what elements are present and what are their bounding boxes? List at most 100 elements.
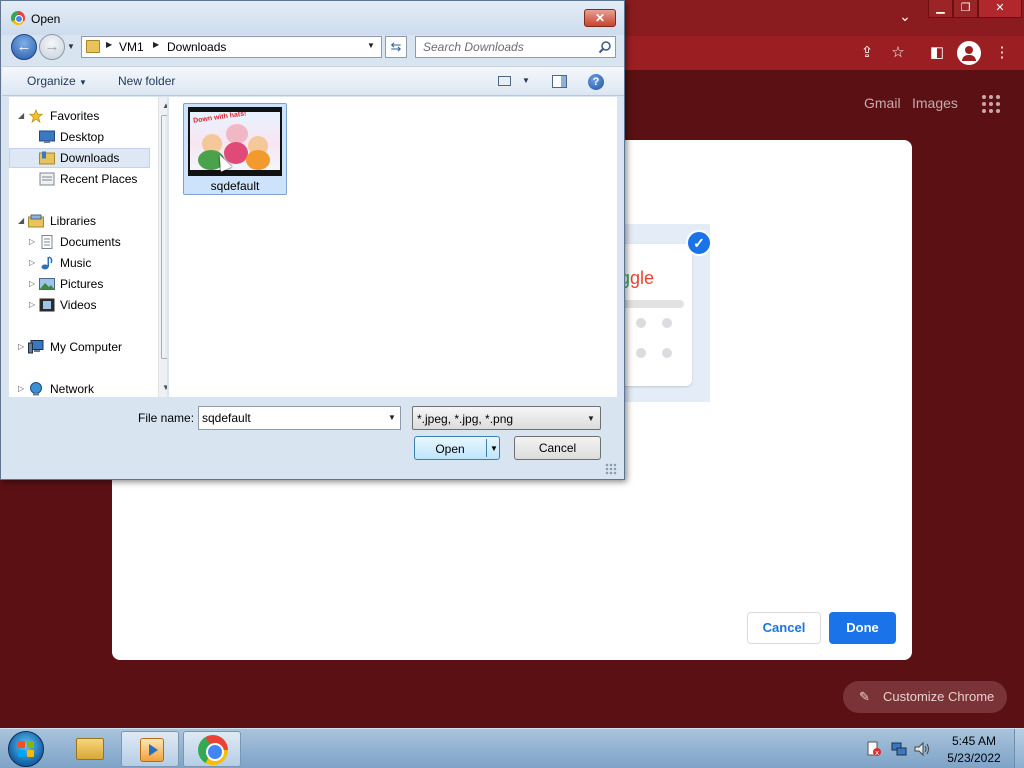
clock-time[interactable]: 5:45 AM (940, 734, 1008, 748)
collapsed-arrow-icon[interactable]: ▷ (18, 337, 24, 357)
nav-item-downloads[interactable]: Downloads (9, 148, 150, 168)
customize-chrome-button[interactable]: ✎ Customize Chrome (843, 681, 1007, 713)
desktop-icon (39, 130, 55, 143)
nav-item-libraries[interactable]: ◢ Libraries (9, 211, 150, 231)
customize-chrome-label: Customize Chrome (883, 689, 995, 704)
back-button[interactable]: ← (11, 34, 37, 60)
nav-item-documents[interactable]: ▷ Documents (9, 232, 150, 252)
nav-item-videos[interactable]: ▷ Videos (9, 295, 150, 315)
action-center-icon[interactable]: x (866, 741, 882, 757)
taskbar-chrome[interactable] (183, 731, 241, 767)
breadcrumb-downloads[interactable]: Downloads (167, 40, 226, 54)
search-input[interactable] (416, 37, 596, 57)
bookmark-star-icon[interactable]: ☆ (887, 42, 909, 64)
breadcrumb-arrow-icon[interactable]: ▶ (106, 40, 112, 49)
open-options-dropdown-icon[interactable]: ▼ (490, 444, 498, 453)
menu-kebab-icon[interactable]: ⋮ (991, 42, 1013, 64)
maximize-button[interactable]: ❐ (953, 0, 978, 18)
address-dropdown-icon[interactable]: ▼ (367, 41, 375, 50)
customize-done-button[interactable]: Done (829, 612, 896, 644)
view-options-dropdown-icon[interactable]: ▼ (522, 76, 530, 85)
resize-grip[interactable] (605, 463, 617, 475)
gmail-link[interactable]: Gmail (864, 95, 901, 111)
nav-item-label: My Computer (50, 340, 123, 354)
expanded-arrow-icon[interactable]: ◢ (18, 211, 24, 231)
collapsed-arrow-icon[interactable]: ▷ (29, 253, 35, 273)
volume-icon[interactable] (914, 741, 930, 757)
recent-places-icon (39, 172, 55, 186)
search-box[interactable] (415, 36, 616, 58)
nav-item-desktop[interactable]: Desktop (9, 127, 150, 147)
file-name-combobox[interactable]: ▼ (198, 406, 401, 430)
network-status-icon[interactable] (891, 741, 907, 757)
open-button[interactable]: Open ▼ (414, 436, 500, 460)
collapsed-arrow-icon[interactable]: ▷ (29, 274, 35, 294)
customize-cancel-button[interactable]: Cancel (747, 612, 821, 644)
nav-item-my-computer[interactable]: ▷ My Computer (9, 337, 150, 357)
svg-text:x: x (875, 749, 879, 757)
file-name-input[interactable] (199, 407, 384, 429)
new-folder-button[interactable]: New folder (118, 74, 175, 88)
tab-search-icon[interactable]: ⌄ (888, 6, 922, 28)
search-icon[interactable] (598, 40, 612, 54)
file-name-dropdown-icon[interactable]: ▼ (388, 413, 396, 422)
side-panel-icon[interactable]: ◧ (926, 42, 948, 64)
taskbar-explorer[interactable] (60, 731, 118, 767)
google-apps-icon[interactable] (982, 95, 1000, 113)
pencil-icon: ✎ (859, 689, 870, 704)
dialog-close-button[interactable]: ✕ (584, 9, 616, 27)
nav-item-label: Pictures (60, 277, 104, 291)
scroll-down-icon[interactable]: ▼ (162, 383, 167, 392)
collapsed-arrow-icon[interactable]: ▷ (18, 379, 24, 397)
clock-date[interactable]: 5/23/2022 (940, 751, 1008, 765)
nav-item-label: Desktop (60, 130, 105, 144)
cancel-button[interactable]: Cancel (514, 436, 601, 460)
nav-item-label: Libraries (50, 214, 97, 228)
collapsed-arrow-icon[interactable]: ▷ (29, 232, 35, 252)
profile-avatar[interactable] (957, 41, 981, 65)
nav-item-favorites[interactable]: ◢ Favorites (9, 106, 150, 126)
scrollbar-thumb[interactable] (161, 115, 167, 359)
nav-item-music[interactable]: ▷ Music (9, 253, 150, 273)
nav-item-recent-places[interactable]: Recent Places (9, 169, 150, 189)
nav-pane-scrollbar[interactable]: ▲ ▼ (158, 97, 167, 397)
documents-icon (41, 235, 53, 249)
character-face (226, 124, 248, 144)
breadcrumb-vm1[interactable]: VM1 (119, 40, 144, 54)
nav-item-label: Documents (60, 235, 121, 249)
recent-locations-dropdown[interactable]: ▼ (67, 41, 79, 53)
file-name-label: File name: (138, 411, 195, 425)
show-desktop-button[interactable] (1014, 729, 1024, 768)
window-close-button[interactable]: ✕ (978, 0, 1022, 18)
file-list-pane: Down with hats! sqdefault (169, 97, 617, 397)
navigation-pane: ◢ Favorites Desktop Downloads Recent Pla… (9, 97, 167, 397)
thumbnail-image: Down with hats! (190, 112, 280, 170)
taskbar: x 5:45 AM 5/23/2022 (0, 728, 1024, 768)
preview-search-bar (620, 300, 684, 308)
help-icon[interactable]: ? (588, 74, 604, 90)
open-file-dialog: Open ✕ ← → ▼ ▶ VM1 ▶ Downloads ▼ ⇆ Organ… (0, 0, 625, 480)
file-type-select[interactable]: *.jpeg, *.jpg, *.png ▼ (412, 406, 601, 430)
images-link[interactable]: Images (912, 95, 958, 111)
start-button[interactable] (8, 731, 44, 767)
taskbar-media-player[interactable] (121, 731, 179, 767)
theme-preview-card[interactable]: ggle ✓ (620, 224, 712, 402)
expanded-arrow-icon[interactable]: ◢ (18, 106, 24, 126)
minimize-button[interactable]: ▁ (928, 0, 953, 18)
share-icon[interactable]: ⇪ (856, 42, 878, 64)
file-item[interactable]: Down with hats! sqdefault (183, 103, 287, 195)
downloads-folder-icon (39, 151, 55, 165)
preview-pane-icon[interactable] (552, 75, 567, 88)
scroll-up-icon[interactable]: ▲ (162, 101, 167, 110)
refresh-button[interactable]: ⇆ (385, 36, 407, 58)
change-view-icon[interactable] (498, 76, 511, 86)
address-bar[interactable]: ▶ VM1 ▶ Downloads ▼ (81, 36, 382, 58)
nav-item-pictures[interactable]: ▷ Pictures (9, 274, 150, 294)
google-logo-fragment: ggle (620, 268, 655, 288)
forward-button[interactable]: → (39, 34, 65, 60)
nav-item-label: Music (60, 256, 92, 270)
collapsed-arrow-icon[interactable]: ▷ (29, 295, 35, 315)
breadcrumb-arrow-icon[interactable]: ▶ (153, 40, 159, 49)
nav-item-network[interactable]: ▷ Network (9, 379, 150, 397)
organize-menu[interactable]: Organize ▼ (27, 74, 87, 88)
